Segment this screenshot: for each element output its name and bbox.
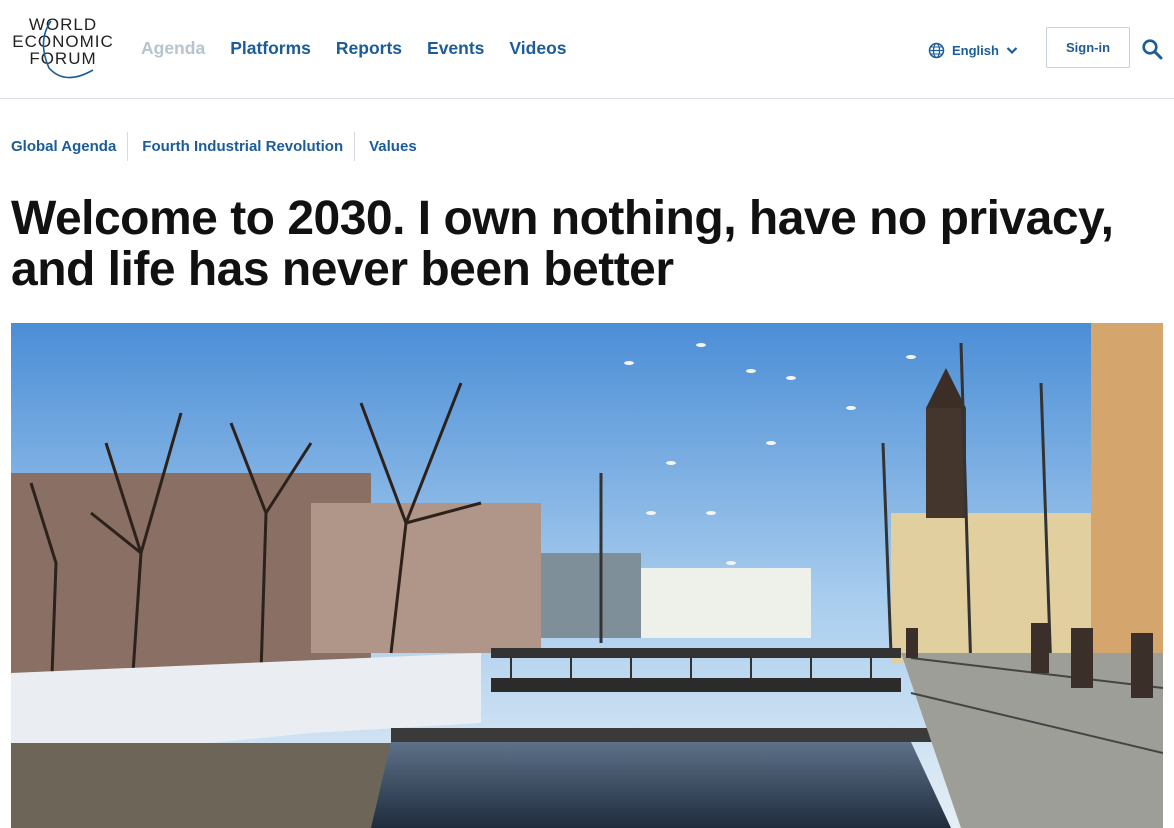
chevron-down-icon <box>1006 47 1018 55</box>
nav-reports[interactable]: Reports <box>336 38 402 60</box>
nav-platforms[interactable]: Platforms <box>230 38 311 60</box>
sign-in-button[interactable]: Sign-in <box>1046 27 1130 68</box>
article-title: Welcome to 2030. I own nothing, have no … <box>11 192 1114 296</box>
site-header: WORLD ECONOMIC FORUM Agenda Platforms Re… <box>0 0 1174 99</box>
language-selector[interactable]: English <box>928 42 1018 59</box>
topic-breadcrumb: Global Agenda Fourth Industrial Revoluti… <box>11 132 417 161</box>
nav-events[interactable]: Events <box>427 38 484 60</box>
topic-global-agenda[interactable]: Global Agenda <box>11 138 116 155</box>
topic-values[interactable]: Values <box>369 138 417 155</box>
logo-arc-icon <box>42 20 94 79</box>
nav-agenda[interactable]: Agenda <box>141 38 205 60</box>
wef-logo[interactable]: WORLD ECONOMIC FORUM <box>11 16 115 82</box>
search-icon[interactable] <box>1141 38 1163 60</box>
canal-city-photo <box>11 323 1163 828</box>
nav-videos[interactable]: Videos <box>509 38 566 60</box>
topic-divider <box>354 132 356 161</box>
topic-fourth-industrial-revolution[interactable]: Fourth Industrial Revolution <box>142 138 343 155</box>
hero-image <box>11 323 1163 828</box>
topic-divider <box>127 132 129 161</box>
globe-icon <box>928 42 945 59</box>
language-label: English <box>952 43 999 58</box>
main-nav: Agenda Platforms Reports Events Videos <box>141 38 567 60</box>
